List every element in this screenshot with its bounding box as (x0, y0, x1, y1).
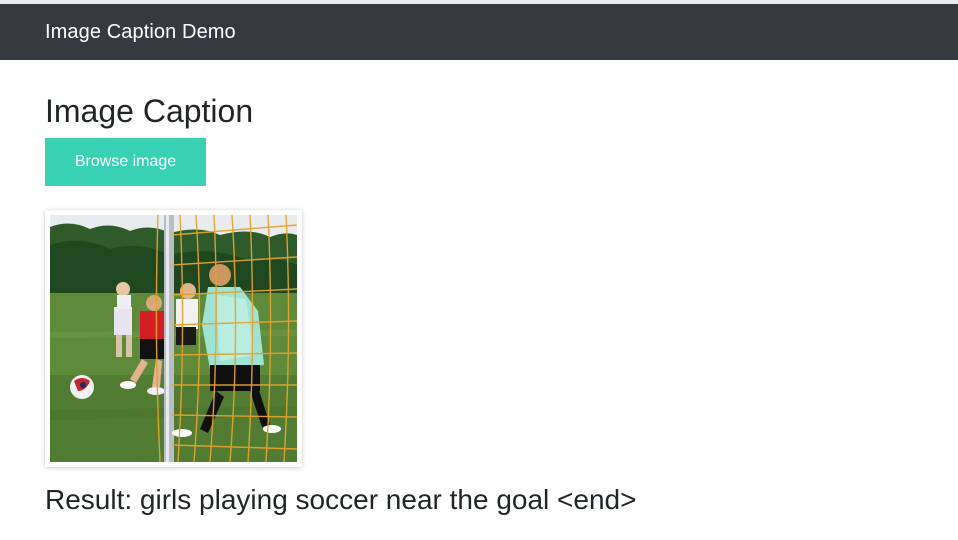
navbar-brand[interactable]: Image Caption Demo (45, 22, 236, 42)
image-preview (45, 210, 302, 467)
caption-result: Result: girls playing soccer near the go… (45, 484, 637, 515)
browse-image-button[interactable]: Browse image (45, 138, 206, 186)
page-title: Image Caption (45, 93, 254, 129)
soccer-photo (50, 215, 297, 462)
navbar: Image Caption Demo (0, 4, 958, 60)
